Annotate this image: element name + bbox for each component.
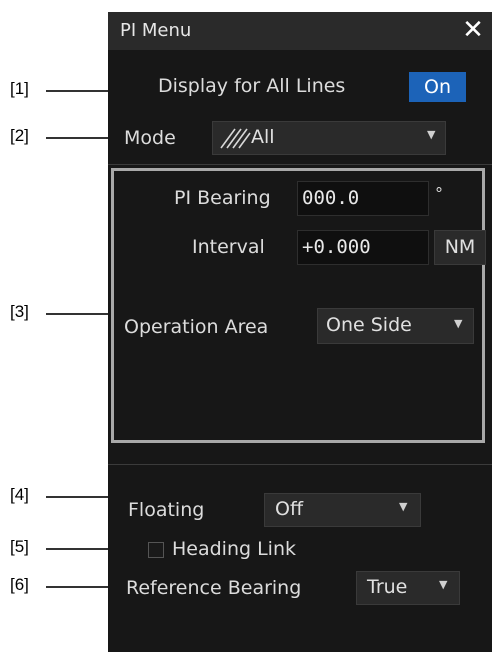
callout-5: [5] — [10, 537, 29, 556]
chevron-down-icon: ▼ — [454, 317, 463, 330]
chevron-down-icon: ▼ — [399, 500, 408, 513]
pi-bearing-value: 000.0 — [302, 187, 360, 209]
interval-input[interactable]: +0.000 — [297, 230, 429, 265]
pi-bearing-label: PI Bearing — [174, 187, 271, 209]
close-button[interactable]: ✕ — [460, 16, 486, 44]
operation-area-dropdown[interactable]: One Side ▼ — [317, 308, 474, 344]
chevron-down-icon: ▼ — [427, 128, 436, 141]
callout-6: [6] — [10, 575, 29, 594]
chevron-down-icon: ▼ — [439, 578, 448, 591]
separator-bottom — [108, 464, 492, 465]
reference-bearing-value: True — [367, 576, 408, 598]
hatch-icon — [220, 128, 251, 149]
floating-value: Off — [275, 498, 304, 520]
operation-area-label: Operation Area — [124, 316, 269, 338]
leader-line-3 — [46, 313, 110, 315]
reference-bearing-label: Reference Bearing — [126, 577, 302, 599]
callout-3: [3] — [10, 302, 29, 321]
callout-1: [1] — [10, 79, 29, 98]
panel-title: PI Menu — [120, 20, 192, 41]
display-all-lines-label: Display for All Lines — [158, 75, 346, 97]
interval-value: +0.000 — [302, 236, 371, 258]
callout-4: [4] — [10, 485, 29, 504]
title-bar: PI Menu ✕ — [108, 12, 492, 50]
mode-label: Mode — [124, 127, 176, 149]
display-all-lines-button[interactable]: On — [409, 72, 466, 102]
floating-label: Floating — [128, 499, 205, 521]
heading-link-label: Heading Link — [172, 538, 297, 560]
interval-unit-button[interactable]: NM — [434, 230, 486, 265]
mode-value: All — [251, 126, 275, 148]
pi-bearing-unit: ° — [435, 184, 443, 203]
close-icon: ✕ — [462, 15, 484, 45]
interval-label: Interval — [192, 236, 265, 258]
separator-top — [108, 164, 492, 165]
pi-bearing-input[interactable]: 000.0 — [297, 181, 429, 216]
floating-dropdown[interactable]: Off ▼ — [264, 493, 421, 527]
callout-2: [2] — [10, 126, 29, 145]
operation-area-value: One Side — [326, 314, 412, 336]
heading-link-checkbox[interactable] — [148, 542, 164, 558]
mode-dropdown[interactable]: All ▼ — [212, 121, 446, 155]
pi-menu-panel: PI Menu ✕ Display for All Lines On Mode … — [108, 12, 492, 652]
reference-bearing-dropdown[interactable]: True ▼ — [356, 571, 460, 605]
